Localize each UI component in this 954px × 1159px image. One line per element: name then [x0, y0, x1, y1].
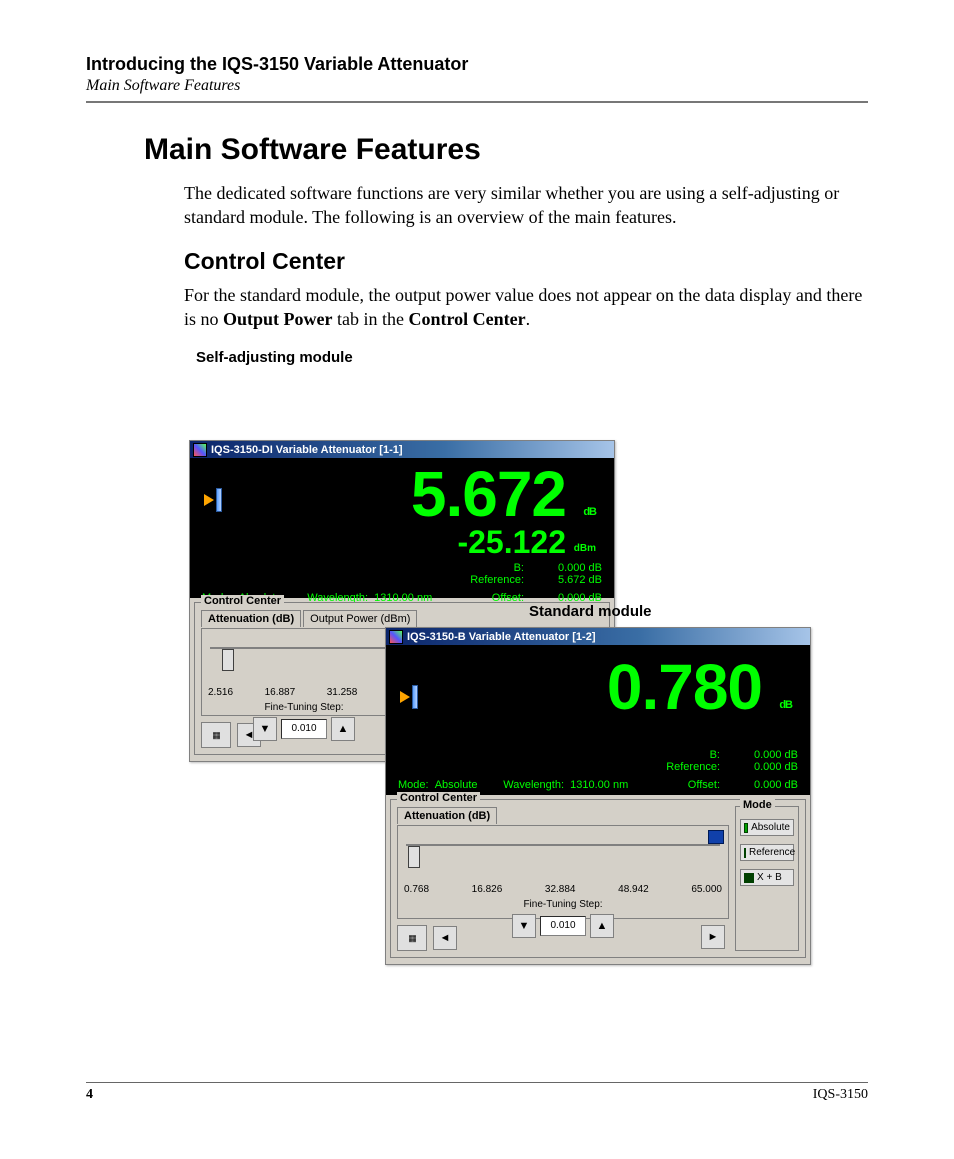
control-center-group: Control Center Attenuation (dB) 0.768 16…: [390, 799, 806, 958]
group-title: Control Center: [201, 595, 284, 607]
tick: 65.000: [691, 884, 722, 895]
step-value-input[interactable]: 0.010: [540, 916, 586, 936]
readout-unit: dB: [779, 700, 792, 711]
increment-button[interactable]: ►: [701, 925, 725, 949]
label-offset: Offset:: [654, 779, 720, 791]
output-power-readout: -25.122 dBm: [202, 526, 602, 558]
page-number: 4: [86, 1087, 93, 1103]
mode-panel: Mode Absolute Reference X + B: [735, 806, 799, 951]
readout-value: 5.672: [411, 458, 566, 530]
mode-button-label: Absolute: [751, 822, 790, 833]
display-panel: 0.780 dB B: 0.000 dB Reference: 0.000 dB M…: [386, 645, 810, 795]
tick: 32.884: [545, 884, 576, 895]
slider-ticks: 2.516 16.887 31.258 45: [208, 687, 400, 698]
tab-output-power[interactable]: Output Power (dBm): [303, 610, 417, 627]
chapter-title: Introducing the IQS-3150 Variable Attenu…: [86, 54, 868, 75]
mode-button-xb[interactable]: X + B: [740, 869, 794, 886]
slider-ticks: 0.768 16.826 32.884 48.942 65.000: [404, 884, 722, 895]
section-subtitle: Main Software Features: [86, 77, 868, 95]
value-b: 0.000 dB: [738, 749, 798, 761]
attenuation-readout: 0.780 dB: [398, 649, 798, 719]
tick: 2.516: [208, 687, 233, 698]
fine-tuning-step-label: Fine-Tuning Step:: [208, 702, 400, 713]
value-mode: Absolute: [435, 779, 478, 791]
tick: 0.768: [404, 884, 429, 895]
readout-value: -25.122: [457, 524, 566, 560]
window-title: IQS-3150-DI Variable Attenuator [1-1]: [211, 444, 403, 456]
mode-indicator-icon: [744, 873, 754, 883]
label-mode: Mode:: [398, 779, 429, 791]
sys-icon: [389, 630, 403, 644]
value-reference: 0.000 dB: [738, 761, 798, 773]
fine-tuning-step-label: Fine-Tuning Step:: [404, 899, 722, 910]
label-self-adjusting-module: Self-adjusting module: [196, 349, 868, 366]
label-reference: Reference:: [458, 574, 524, 586]
readout-unit: dB: [583, 507, 596, 518]
tab-attenuation[interactable]: Attenuation (dB): [201, 610, 301, 627]
tab-bar: Attenuation (dB): [397, 806, 729, 823]
display-panel: 5.672 dB -25.122 dBm B: 0.000 dB Referenc…: [190, 458, 614, 598]
mode-button-label: Reference: [749, 847, 795, 858]
heading-control-center: Control Center: [184, 248, 868, 275]
app-window-standard: IQS-3150-B Variable Attenuator [1-2] 0.7…: [385, 627, 811, 965]
label-b: B:: [458, 562, 524, 574]
readout-unit: dBm: [574, 544, 596, 554]
mode-indicator-icon: [744, 823, 748, 833]
sys-icon: [193, 443, 207, 457]
label-standard-module: Standard module: [529, 603, 652, 620]
heading-main-software-features: Main Software Features: [144, 133, 868, 167]
rule: [86, 101, 868, 103]
intro-paragraph: The dedicated software functions are ver…: [184, 181, 868, 230]
mode-indicator-icon: [744, 848, 746, 858]
step-down-button[interactable]: ▼: [512, 914, 536, 938]
text: tab in the: [333, 309, 409, 329]
mode-button-absolute[interactable]: Absolute: [740, 819, 794, 836]
value-wavelength: 1310.00 nm: [570, 779, 628, 791]
term-control-center: Control Center: [409, 309, 526, 329]
readout-value: 0.780: [607, 651, 762, 723]
step-up-button[interactable]: ▲: [331, 717, 355, 741]
group-title: Control Center: [397, 792, 480, 804]
tab-panel: 0.768 16.826 32.884 48.942 65.000 Fine-T…: [397, 825, 729, 919]
mode-panel-title: Mode: [740, 799, 775, 811]
attenuation-slider[interactable]: [404, 844, 722, 878]
term-output-power: Output Power: [223, 309, 333, 329]
label-reference: Reference:: [654, 761, 720, 773]
step-value-input[interactable]: 0.010: [281, 719, 327, 739]
titlebar[interactable]: IQS-3150-B Variable Attenuator [1-2]: [386, 628, 810, 645]
label-b: B:: [654, 749, 720, 761]
value-b: 0.000 dB: [542, 562, 602, 574]
attenuation-readout: 5.672 dB: [202, 462, 602, 526]
control-center-paragraph: For the standard module, the output powe…: [184, 283, 868, 332]
window-title: IQS-3150-B Variable Attenuator [1-2]: [407, 631, 595, 643]
mode-button-label: X + B: [757, 872, 782, 883]
step-up-button[interactable]: ▲: [590, 914, 614, 938]
tick: 16.826: [472, 884, 503, 895]
value-reference: 5.672 dB: [542, 574, 602, 586]
doc-id: IQS-3150: [813, 1087, 868, 1103]
tab-panel-icon[interactable]: [708, 830, 724, 844]
attenuation-slider[interactable]: [208, 647, 400, 681]
mode-button-reference[interactable]: Reference: [740, 844, 794, 861]
tick: 16.887: [265, 687, 296, 698]
titlebar[interactable]: IQS-3150-DI Variable Attenuator [1-1]: [190, 441, 614, 458]
tab-attenuation[interactable]: Attenuation (dB): [397, 807, 497, 824]
page-footer: 4 IQS-3150: [86, 1082, 868, 1103]
tick: 31.258: [327, 687, 358, 698]
value-offset: 0.000 dB: [738, 779, 798, 791]
step-down-button[interactable]: ▼: [253, 717, 277, 741]
text: .: [526, 309, 531, 329]
label-wavelength: Wavelength:: [503, 779, 564, 791]
tab-panel: 2.516 16.887 31.258 45 Fine-Tuning Step:…: [201, 628, 407, 716]
tick: 48.942: [618, 884, 649, 895]
